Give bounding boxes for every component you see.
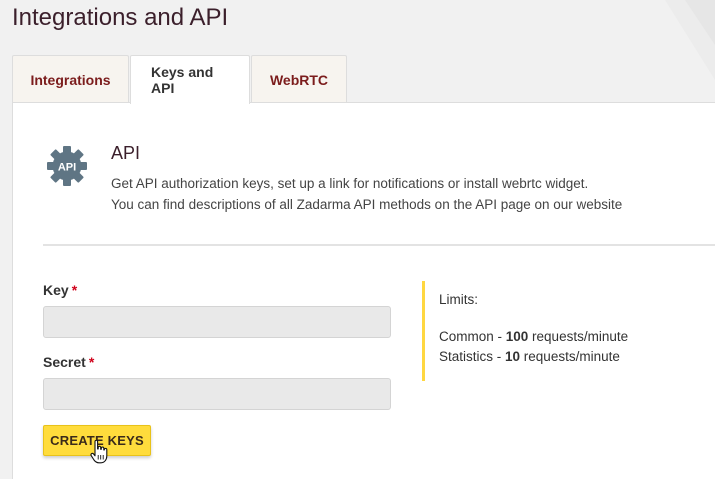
api-description-line: You can find descriptions of all Zadarma…	[111, 197, 623, 212]
key-label: Key *	[43, 282, 77, 298]
hand-pointer-icon	[90, 440, 108, 464]
tab-bar: Integrations Keys and API WebRTC	[12, 55, 348, 104]
section-divider	[43, 244, 715, 246]
api-description: Get API authorization keys, set up a lin…	[111, 173, 622, 215]
limits-common: Common - 100 requests/minute	[439, 329, 628, 344]
secret-label-text: Secret	[43, 354, 86, 370]
limits-stats-value: 10	[505, 349, 521, 364]
tab-keys-and-api[interactable]: Keys and API	[130, 55, 250, 104]
key-input[interactable]	[43, 306, 391, 338]
required-mark: *	[88, 354, 95, 370]
keys-api-panel: API API Get API authorization keys, set …	[12, 102, 715, 479]
key-label-text: Key	[43, 282, 69, 298]
limits-accent-bar	[422, 281, 425, 381]
corner-decoration	[665, 0, 715, 80]
api-section-title: API	[111, 143, 141, 163]
tab-integrations[interactable]: Integrations	[12, 55, 129, 103]
page-title: Integrations and API	[12, 4, 229, 31]
secret-input[interactable]	[43, 378, 391, 410]
api-description-line: Get API authorization keys, set up a lin…	[111, 176, 589, 191]
limits-stats-label: Statistics -	[439, 349, 506, 364]
limits-common-label: Common -	[439, 329, 506, 344]
required-mark: *	[71, 282, 78, 298]
tab-webrtc[interactable]: WebRTC	[251, 55, 347, 103]
limits-common-value: 100	[505, 329, 529, 344]
limits-statistics: Statistics - 10 requests/minute	[439, 349, 620, 364]
limits-common-unit: requests/minute	[528, 329, 629, 344]
secret-label: Secret *	[43, 354, 94, 370]
limits-title: Limits:	[439, 292, 479, 307]
limits-stats-unit: requests/minute	[520, 349, 620, 364]
api-icon-label: API	[58, 162, 76, 174]
gear-icon: API	[47, 146, 87, 186]
